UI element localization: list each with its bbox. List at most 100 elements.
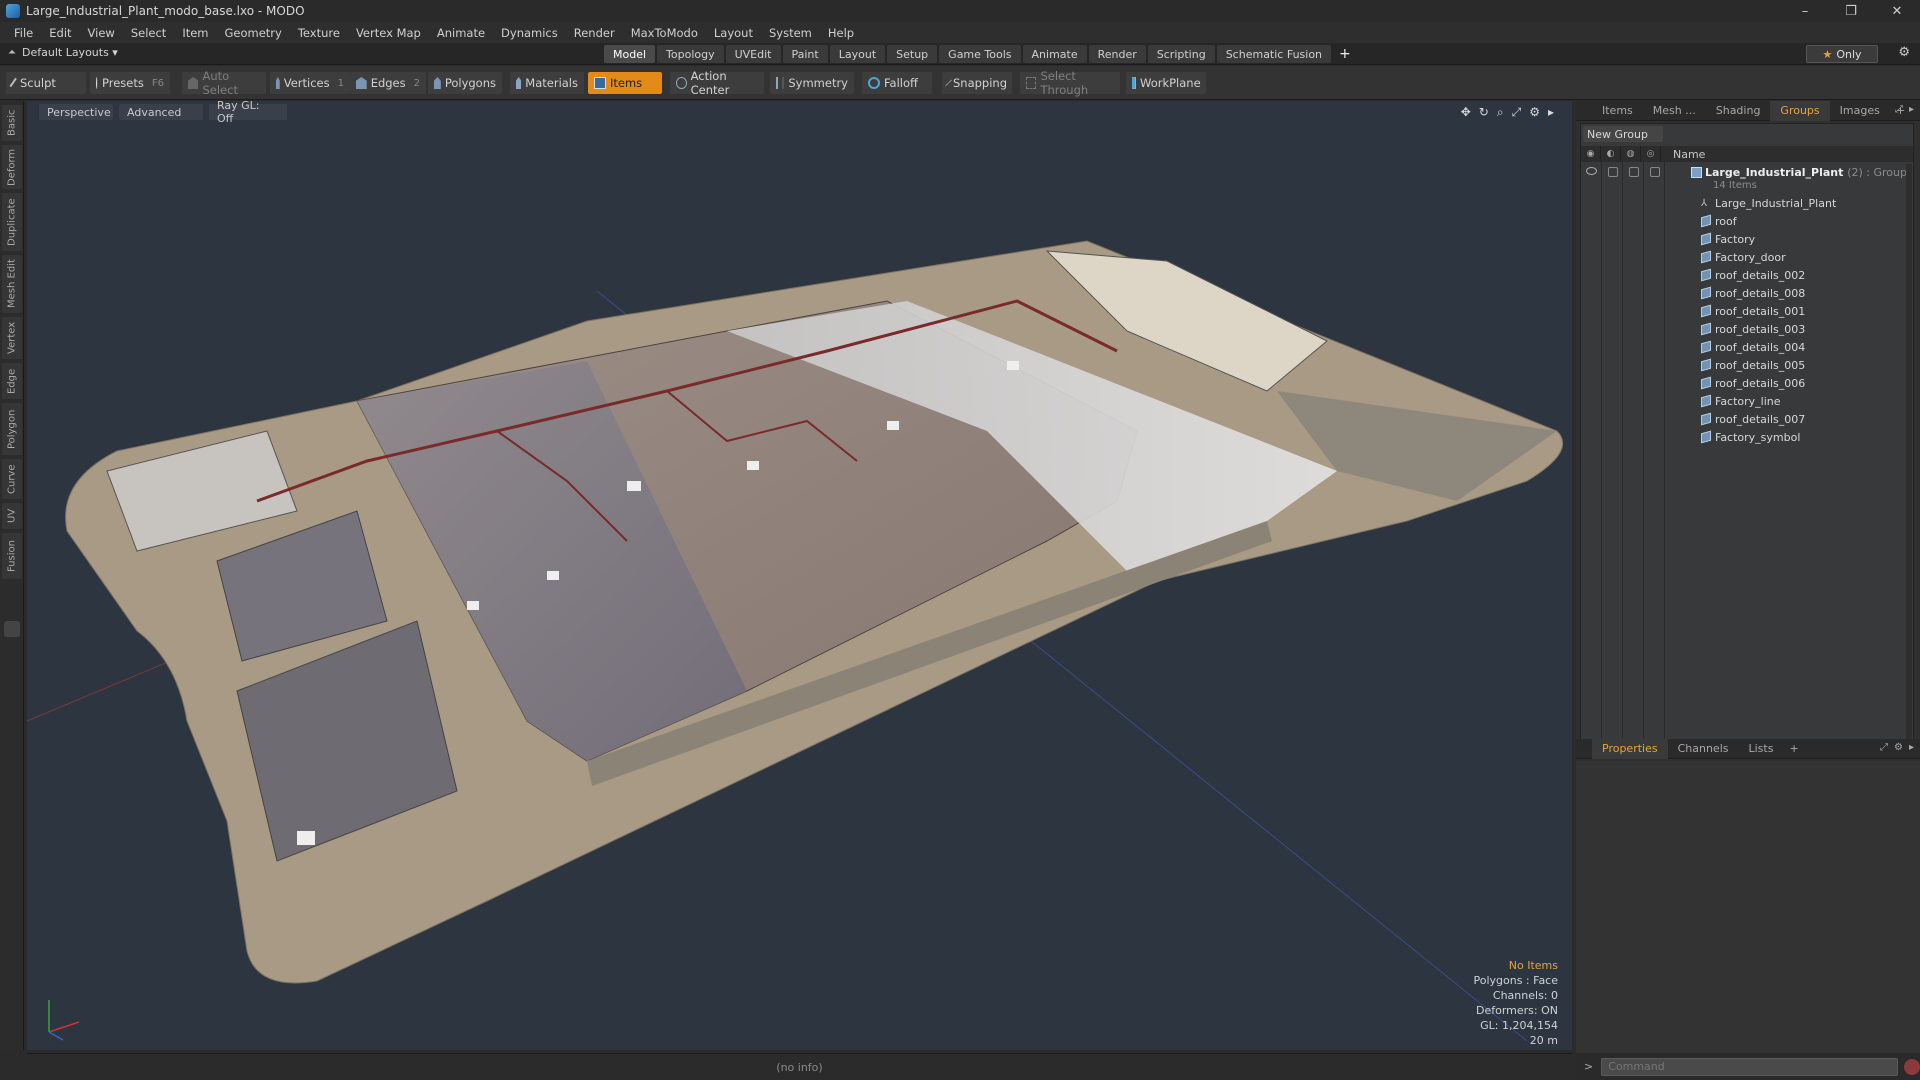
action-center-button[interactable]: Action Center — [670, 69, 764, 97]
tab-mesh[interactable]: Mesh ... — [1643, 101, 1706, 121]
snapping-button[interactable]: Snapping — [942, 72, 1012, 94]
list-item[interactable]: roof_details_002 — [1581, 266, 1913, 284]
list-item[interactable]: roof_details_006 — [1581, 374, 1913, 392]
list-item[interactable]: Factory_symbol — [1581, 428, 1913, 446]
scene-render[interactable] — [27, 101, 1572, 1050]
maximize-button[interactable]: ❐ — [1828, 0, 1874, 22]
auto-select-button[interactable]: Auto Select — [182, 69, 266, 97]
select-toggle[interactable] — [1650, 167, 1660, 177]
layout-selector[interactable]: ⏶ Default Layouts ▾ — [8, 46, 118, 59]
vtab-deform[interactable]: Deform — [2, 145, 22, 189]
panel-menu-icon[interactable]: ▸ — [1909, 104, 1914, 115]
rotate-view-icon[interactable]: ↻ — [1479, 105, 1489, 120]
tab-shading[interactable]: Shading — [1706, 101, 1771, 121]
render-column-icon[interactable]: ◐ — [1601, 146, 1621, 162]
menu-select[interactable]: Select — [123, 26, 174, 40]
menu-dynamics[interactable]: Dynamics — [493, 26, 566, 40]
shading-mode-button[interactable]: Advanced — [119, 104, 203, 120]
viewport-menu-arrow-icon[interactable]: ▸ — [1548, 105, 1554, 120]
lock-toggle[interactable] — [1629, 167, 1639, 177]
symmetry-button[interactable]: Symmetry — [770, 72, 854, 94]
tab-uvedit[interactable]: UVEdit — [725, 45, 781, 63]
minimize-button[interactable]: – — [1782, 0, 1828, 22]
eye-icon[interactable] — [1586, 167, 1597, 175]
tab-scripting[interactable]: Scripting — [1147, 45, 1215, 63]
list-item[interactable]: roof_details_001 — [1581, 302, 1913, 320]
menu-animate[interactable]: Animate — [429, 26, 493, 40]
menu-layout[interactable]: Layout — [706, 26, 761, 40]
vtab-basic[interactable]: Basic — [2, 105, 22, 141]
bottom-panel-menu-icon[interactable]: ▸ — [1909, 742, 1914, 753]
vtab-mesh-edit[interactable]: Mesh Edit — [2, 255, 22, 313]
viewport-settings-icon[interactable]: ⚙ — [1529, 105, 1540, 120]
edges-button[interactable]: Edges 2 — [350, 72, 426, 94]
collapse-up-icon[interactable]: ⏶ — [8, 47, 16, 58]
vtab-vertex[interactable]: Vertex — [2, 317, 22, 359]
zoom-view-icon[interactable]: ⌕ — [1497, 105, 1504, 120]
tab-paint[interactable]: Paint — [782, 45, 828, 63]
menu-vertex-map[interactable]: Vertex Map — [348, 26, 429, 40]
materials-button[interactable]: Materials — [510, 72, 584, 94]
tab-items[interactable]: Items — [1592, 101, 1643, 121]
tab-model[interactable]: Model — [604, 45, 656, 63]
add-bottom-tab-icon[interactable]: + — [1783, 742, 1804, 755]
tab-groups[interactable]: Groups — [1770, 100, 1830, 121]
menu-item[interactable]: Item — [174, 26, 216, 40]
add-tab-icon[interactable]: + — [1339, 45, 1351, 63]
group-row[interactable]: Large_Industrial_Plant (2) : Group — [1581, 164, 1913, 180]
raygl-button[interactable]: Ray GL: Off — [209, 101, 287, 125]
only-toggle[interactable]: ★ Only — [1806, 45, 1878, 63]
groups-scrollbar[interactable] — [1906, 164, 1912, 744]
tab-render[interactable]: Render — [1088, 45, 1146, 63]
vtab-duplicate[interactable]: Duplicate — [2, 193, 22, 251]
fit-view-icon[interactable]: ⤢ — [1512, 105, 1522, 120]
list-item[interactable]: roof_details_003 — [1581, 320, 1913, 338]
tab-schematic-fusion[interactable]: Schematic Fusion — [1216, 45, 1332, 63]
view-mode-button[interactable]: Perspective — [39, 104, 113, 120]
lock-column-icon[interactable]: ◍ — [1621, 146, 1641, 162]
items-button[interactable]: Items — [588, 72, 662, 94]
bottom-panel-settings-icon[interactable]: ⚙ — [1894, 742, 1903, 753]
select-through-button[interactable]: Select Through — [1020, 69, 1120, 97]
list-item[interactable]: roof_details_005 — [1581, 356, 1913, 374]
menu-geometry[interactable]: Geometry — [217, 26, 290, 40]
visibility-column-icon[interactable]: ◉ — [1581, 146, 1601, 162]
list-item[interactable]: roof_details_008 — [1581, 284, 1913, 302]
vtab-edge[interactable]: Edge — [2, 363, 22, 399]
tab-images[interactable]: Images — [1830, 101, 1890, 121]
workplane-button[interactable]: WorkPlane — [1126, 72, 1206, 94]
list-item[interactable]: Factory_line — [1581, 392, 1913, 410]
command-clear-icon[interactable] — [1904, 1058, 1920, 1075]
gear-icon[interactable]: ⚙ — [1898, 45, 1910, 60]
list-item[interactable]: Factory — [1581, 230, 1913, 248]
tab-topology[interactable]: Topology — [657, 45, 724, 63]
menu-view[interactable]: View — [80, 26, 123, 40]
name-column-header[interactable]: Name — [1661, 148, 1705, 161]
menu-help[interactable]: Help — [820, 26, 862, 40]
menu-edit[interactable]: Edit — [41, 26, 79, 40]
list-item[interactable]: ⅄ Large_Industrial_Plant — [1581, 194, 1913, 212]
menu-maxtomodo[interactable]: MaxToModo — [623, 26, 706, 40]
tab-game-tools[interactable]: Game Tools — [939, 45, 1021, 63]
vtab-curve[interactable]: Curve — [2, 459, 22, 499]
3d-viewport[interactable]: Perspective Advanced Ray GL: Off ✥ ↻ ⌕ ⤢… — [27, 101, 1572, 1050]
move-view-icon[interactable]: ✥ — [1461, 105, 1471, 120]
vtab-uv[interactable]: UV — [2, 503, 22, 529]
menu-system[interactable]: System — [761, 26, 820, 40]
render-toggle[interactable] — [1608, 167, 1618, 177]
menu-file[interactable]: File — [6, 26, 41, 40]
tab-properties[interactable]: Properties — [1592, 738, 1668, 759]
list-item[interactable]: roof_details_007 — [1581, 410, 1913, 428]
presets-button[interactable]: Presets F6 — [90, 72, 170, 94]
command-input[interactable] — [1601, 1057, 1899, 1076]
close-button[interactable]: ✕ — [1874, 0, 1920, 22]
new-group-button[interactable]: New Group — [1583, 126, 1663, 142]
vtab-fusion[interactable]: Fusion — [2, 533, 22, 579]
select-column-icon[interactable]: ◎ — [1641, 146, 1661, 162]
tab-channels[interactable]: Channels — [1668, 739, 1739, 759]
list-item[interactable]: roof_details_004 — [1581, 338, 1913, 356]
expand-toolbox-button[interactable] — [4, 621, 20, 637]
tab-lists[interactable]: Lists — [1739, 739, 1784, 759]
menu-render[interactable]: Render — [566, 26, 623, 40]
vertices-button[interactable]: Vertices 1 — [270, 72, 350, 94]
